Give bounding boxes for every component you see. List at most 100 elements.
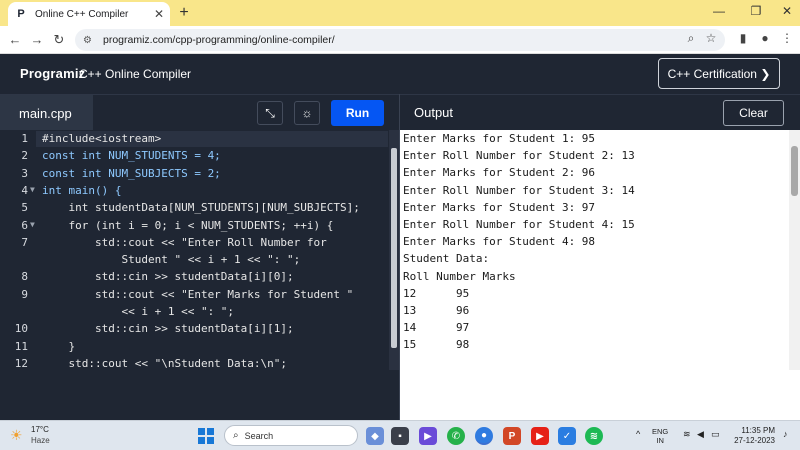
fold-arrow-icon[interactable]: ▼ [30,220,35,229]
menu-kebab-icon[interactable]: ⋮ [778,31,796,45]
forward-icon[interactable]: → [28,31,46,49]
page-title: C++ Online Compiler [79,67,192,81]
output-line: 13 96 [403,303,470,317]
clock-date: 27-12-2023 [734,436,775,445]
side-panel-icon[interactable]: ▮ [734,31,752,45]
site-header: Programiz C++ Online Compiler C++ Certif… [0,54,800,94]
code-line: std::cout << "Enter Roll Number for [42,235,327,249]
programiz-logo[interactable]: Programiz [20,66,85,81]
line-number: 9 [21,287,28,301]
new-tab-icon[interactable]: + [175,4,193,22]
code-line: #include<iostream> [42,132,162,145]
clear-button[interactable]: Clear [723,100,784,126]
spotify-app-icon[interactable]: ≋ [585,427,603,445]
zoom-icon[interactable]: ⌕ [682,31,700,46]
editor-scrollbar-thumb[interactable] [391,148,397,348]
line-number: 5 [21,201,28,215]
wifi-icon[interactable]: ≋ [683,429,691,440]
bookmark-star-icon[interactable]: ☆ [702,31,720,45]
weather-haze-icon[interactable]: ☀ [10,427,26,443]
line-number: 12 [14,356,28,370]
restore-icon[interactable]: ❐ [746,4,766,18]
close-tab-icon[interactable]: ✕ [154,7,164,21]
line-number: 10 [14,322,28,336]
line-number: 7 [21,235,28,249]
output-line: Student Data: [403,252,490,266]
browser-tab[interactable]: P Online C++ Compiler ✕ [8,2,170,26]
language-code: ENG [652,427,669,436]
run-button[interactable]: Run [331,100,384,126]
url-text: programiz.com/cpp-programming/online-com… [103,34,335,46]
reload-icon[interactable]: ↻ [50,31,68,49]
windows-start-icon[interactable] [198,428,214,444]
battery-icon[interactable]: ▭ [711,429,720,440]
programiz-favicon-icon: P [17,8,25,20]
output-text: Enter Marks for Student 1: 95 Enter Roll… [403,130,635,353]
output-line: Enter Marks for Student 3: 97 [403,200,596,214]
line-number: 2 [21,149,28,163]
copilot-app-icon[interactable]: ◆ [366,427,384,445]
youtube-app-icon[interactable]: ▶ [531,427,549,445]
output-scrollbar-thumb[interactable] [791,146,798,196]
code-line: const int NUM_STUDENTS = 4; [42,149,221,163]
file-tab-main-cpp[interactable]: main.cpp [0,95,93,131]
terminal-app-icon[interactable]: ▪ [391,427,409,445]
line-number: 4 [21,183,28,197]
code-line: } [42,339,76,353]
line-number: 3 [21,166,28,180]
system-clock[interactable]: 11:35 PM 27-12-2023 [730,426,775,446]
editor-toolbar: main.cpp ⤡ ☼ Run [0,94,399,131]
output-line: Enter Marks for Student 1: 95 [403,132,596,145]
notification-bell-icon[interactable]: ♪ [783,429,788,439]
whatsapp-app-icon[interactable]: ✆ [447,427,465,445]
minimize-icon[interactable]: — [709,4,729,18]
output-line: 12 95 [403,286,470,300]
line-number: 8 [21,270,28,284]
code-line: << i + 1 << ": "; [42,305,235,318]
editor-scrollbar[interactable] [389,130,399,370]
weather-temperature[interactable]: 17°C [31,425,49,434]
taskbar-search[interactable]: ⌕ Search [224,425,358,446]
chrome-app-icon[interactable]: ● [475,427,493,445]
language-indicator[interactable]: ENG IN [652,427,668,445]
powerpoint-app-icon[interactable]: P [503,427,521,445]
line-number: 11 [14,339,28,353]
region-code: IN [656,436,664,445]
browser-tab-bar: P Online C++ Compiler ✕ + — ❐ ✕ [0,0,800,26]
line-number-gutter: 1 2 3 4 ▼ 5 6 ▼ 7 8 9 10 11 12 [0,130,36,420]
tab-title: Online C++ Compiler [35,8,129,20]
code-line: int studentData[NUM_STUDENTS][NUM_SUBJEC… [42,201,360,215]
output-line: Roll Number Marks [403,269,516,283]
output-console: Enter Marks for Student 1: 95 Enter Roll… [400,130,800,420]
output-title: Output [414,105,454,120]
search-icon: ⌕ [233,430,239,441]
back-icon[interactable]: ← [6,31,24,49]
output-line: Enter Roll Number for Student 2: 13 [403,149,635,163]
output-line: Enter Marks for Student 2: 96 [403,166,596,180]
search-label: Search [244,430,274,441]
code-line: std::cin >> studentData[i][1]; [42,322,294,336]
code-line: const int NUM_SUBJECTS = 2; [42,166,221,180]
weather-description[interactable]: Haze [31,436,50,445]
code-line: Student " << i + 1 << ": "; [42,253,301,267]
code-line: int main() { [42,183,122,197]
todo-app-icon[interactable]: ✓ [558,427,576,445]
output-line: Enter Marks for Student 4: 98 [403,235,596,249]
windows-taskbar: ☀ 17°C Haze ⌕ Search ◆ ▪ ▶ ✆ ● P ▶ ✓ ≋ ^… [0,420,800,450]
volume-icon[interactable]: ◀ [697,429,704,440]
teams-app-icon[interactable]: ▶ [419,427,437,445]
close-window-icon[interactable]: ✕ [777,4,797,18]
show-hidden-icons-chevron-icon[interactable]: ^ [636,429,640,439]
cpp-certification-button[interactable]: C++ Certification ❯ [658,58,780,89]
url-field[interactable]: ⚙ programiz.com/cpp-programming/online-c… [75,29,725,51]
fold-arrow-icon[interactable]: ▼ [30,185,35,194]
output-line: Enter Roll Number for Student 3: 14 [403,183,635,197]
code-editor[interactable]: 1 2 3 4 ▼ 5 6 ▼ 7 8 9 10 11 12 #include<… [0,130,399,420]
theme-toggle-icon[interactable]: ☼ [294,101,320,125]
profile-avatar-icon[interactable]: ● [756,31,774,45]
fullscreen-toggle-icon[interactable]: ⤡ [257,101,283,125]
site-info-icon[interactable]: ⚙ [83,35,97,46]
output-line: Enter Roll Number for Student 4: 15 [403,217,635,231]
output-scrollbar[interactable] [789,130,800,370]
output-toolbar: Output Clear [400,94,800,130]
